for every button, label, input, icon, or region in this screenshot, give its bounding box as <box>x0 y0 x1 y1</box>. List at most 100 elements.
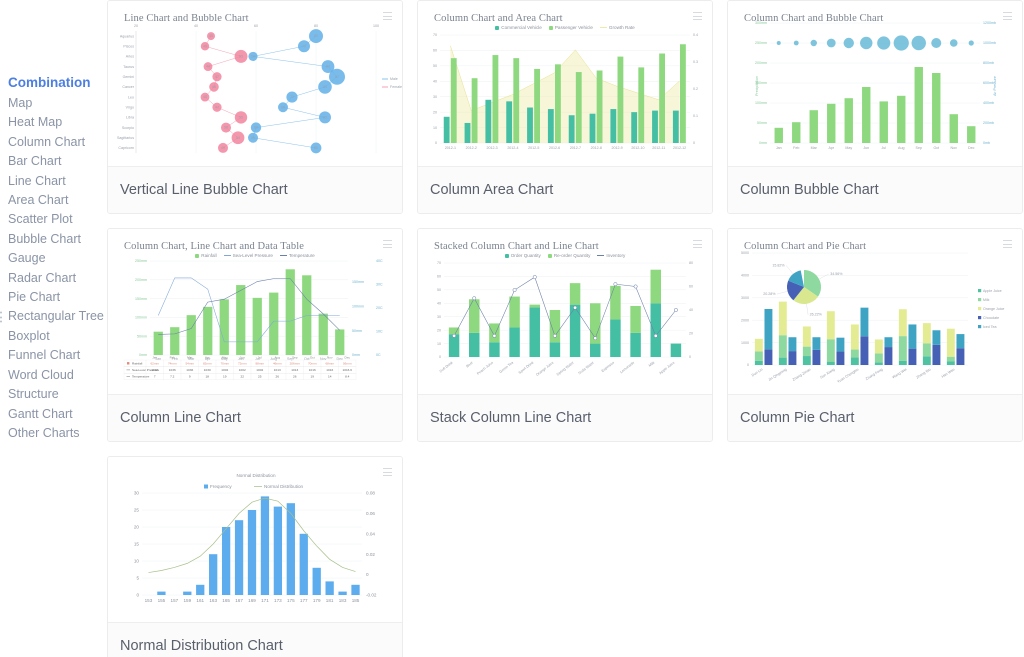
svg-text:2012-3: 2012-3 <box>486 146 497 150</box>
svg-text:82mm: 82mm <box>203 361 212 365</box>
svg-text:200mb: 200mb <box>983 121 994 125</box>
svg-text:Green Tea: Green Tea <box>499 361 515 374</box>
svg-text:70mm: 70mm <box>220 361 229 365</box>
chart-title: Stacked Column Chart and Line Chart <box>434 241 599 252</box>
chart-card-vertical-line-bubble[interactable]: Line Chart and Bubble Chart 20 40 60 80 100 A… <box>107 0 403 214</box>
svg-text:1016.6: 1016.6 <box>343 368 353 372</box>
sidebar-item-bar-chart[interactable]: Bar Chart <box>0 152 98 171</box>
svg-text:68mm: 68mm <box>325 361 334 365</box>
svg-text:-0.02: -0.02 <box>366 593 377 598</box>
sidebar-item-word-cloud[interactable]: Word Cloud <box>0 366 98 385</box>
hamburger-icon[interactable] <box>1003 240 1012 248</box>
svg-text:Taurus: Taurus <box>123 65 134 69</box>
svg-text:0.1: 0.1 <box>693 114 698 118</box>
chart-card-column-area[interactable]: Column Chart and Area Chart Commercial V… <box>417 0 713 214</box>
svg-text:Rainfall: Rainfall <box>132 361 143 365</box>
svg-text:Jan: Jan <box>776 146 782 150</box>
svg-text:0.2: 0.2 <box>693 87 698 91</box>
svg-text:14: 14 <box>328 375 332 379</box>
svg-text:May: May <box>222 355 228 359</box>
chart-title: Line Chart and Bubble Chart <box>124 13 249 24</box>
legend-label: Inventory <box>606 253 626 258</box>
sidebar-item-area-chart[interactable]: Area Chart <box>0 191 98 210</box>
svg-text:50: 50 <box>437 288 441 292</box>
chart-card-normal-distribution[interactable]: Normal Distribution 0 5 10 15 20 25 30 -0.02 0 0.0… <box>107 456 403 657</box>
normal-distribution-svg: Normal Distribution 0 5 10 15 20 25 30 -0.02 0 0.0… <box>134 473 377 603</box>
legend-item[interactable]: Re-order Quantity <box>547 253 590 258</box>
svg-text:400mb: 400mb <box>983 101 994 105</box>
legend-item[interactable]: Order Quantity <box>504 253 541 258</box>
hamburger-icon[interactable] <box>693 12 702 20</box>
svg-text:0mm: 0mm <box>759 141 767 145</box>
svg-text:83: 83 <box>323 116 327 120</box>
sidebar-item-funnel-chart[interactable]: Funnel Chart <box>0 346 98 365</box>
chart-card-column-pie[interactable]: Column Chart and Pie Chart 0 1000 2000 3000… <box>727 228 1023 442</box>
svg-text:8.4: 8.4 <box>345 375 350 379</box>
hamburger-icon[interactable] <box>383 468 392 476</box>
svg-text:54mm: 54mm <box>185 361 194 365</box>
sidebar-item-label: Line Chart <box>8 173 66 188</box>
hamburger-icon[interactable] <box>1003 12 1012 20</box>
svg-text:183: 183 <box>339 598 347 603</box>
legend-item[interactable]: Passenger Vehicle <box>548 25 593 30</box>
svg-text:Orange Juice: Orange Juice <box>535 361 554 377</box>
svg-text:72mm: 72mm <box>238 361 247 365</box>
svg-text:40: 40 <box>433 79 437 83</box>
svg-text:165: 165 <box>222 598 230 603</box>
card-footer: Vertical Line Bubble Chart <box>108 166 402 213</box>
svg-text:80: 80 <box>689 261 693 265</box>
chart-gallery: Line Chart and Bubble Chart 20 40 60 80 100 A… <box>98 0 1024 657</box>
sidebar-item-boxplot[interactable]: Boxplot <box>0 327 98 346</box>
sidebar-item-radar-chart[interactable]: Radar Chart <box>0 269 98 288</box>
chart-legend[interactable]: Rainfall Sea-Level Pressure Temperature <box>108 253 402 258</box>
svg-text:10: 10 <box>437 342 441 346</box>
legend-item[interactable]: Sea-Level Pressure <box>223 253 273 258</box>
hamburger-icon[interactable] <box>693 240 702 248</box>
legend-item[interactable]: Commercial Vehicle <box>495 25 542 30</box>
sidebar-item-label: Radar Chart <box>8 270 77 285</box>
chart-card-column-bubble[interactable]: Column Chart and Bubble Chart 0mm 50mm 100… <box>727 0 1023 214</box>
sidebar-item-gantt-chart[interactable]: Gantt Chart <box>0 405 98 424</box>
svg-text:20: 20 <box>134 525 140 530</box>
sidebar-item-line-chart[interactable]: Line Chart <box>0 172 98 191</box>
svg-text:175: 175 <box>287 598 295 603</box>
legend-item[interactable]: Inventory <box>597 253 625 258</box>
svg-text:Female: Female <box>390 85 402 89</box>
sidebar-item-pie-chart[interactable]: Pie Chart <box>0 288 98 307</box>
sidebar-item-map[interactable]: Map <box>0 94 98 113</box>
svg-text:250mm: 250mm <box>135 259 147 263</box>
svg-text:30: 30 <box>433 95 437 99</box>
sidebar-item-combination[interactable]: Combination <box>0 72 98 94</box>
svg-text:200mm: 200mm <box>755 61 767 65</box>
svg-text:0.06: 0.06 <box>366 511 375 516</box>
sidebar-item-heat-map[interactable]: Heat Map <box>0 113 98 132</box>
legend-item[interactable]: Rainfall <box>195 253 217 258</box>
svg-text:87: 87 <box>335 75 339 79</box>
sidebar-item-structure[interactable]: Structure <box>0 385 98 404</box>
chart-card-column-line[interactable]: Column Chart, Line Chart and Data Table … <box>107 228 403 442</box>
svg-text:30C: 30C <box>376 283 383 287</box>
sidebar-item-gauge[interactable]: Gauge <box>0 249 98 268</box>
hamburger-icon[interactable] <box>383 240 392 248</box>
sidebar-item-scatter-plot[interactable]: Scatter Plot <box>0 210 98 229</box>
card-footer: Column Pie Chart <box>728 394 1022 441</box>
svg-text:0: 0 <box>366 572 369 577</box>
svg-text:Cancer: Cancer <box>122 85 134 89</box>
sidebar-item-bubble-chart[interactable]: Bubble Chart <box>0 230 98 249</box>
chart-card-stack-column-line[interactable]: Stacked Column Chart and Line Chart Orde… <box>417 228 713 442</box>
sidebar-item-other-charts[interactable]: Other Charts <box>0 424 98 443</box>
sidebar-item-column-chart[interactable]: Column Chart <box>0 133 98 152</box>
chart-legend[interactable]: Commercial Vehicle Passenger Vehicle Growt… <box>418 25 712 30</box>
svg-text:Sep: Sep <box>292 355 298 359</box>
sidebar-item-label: Gauge <box>8 251 46 266</box>
legend-item[interactable]: Temperature <box>279 253 315 258</box>
legend-item[interactable]: Growth Rate <box>599 25 635 30</box>
hamburger-icon[interactable] <box>383 12 392 20</box>
sidebar-item-rectangular-tree[interactable]: Rectangular Tree <box>0 307 104 326</box>
chart-legend[interactable]: Order Quantity Re-order Quantity Inventory <box>418 253 712 258</box>
svg-text:Zhang Wu: Zhang Wu <box>915 367 931 379</box>
svg-text:2012-4: 2012-4 <box>507 146 518 150</box>
drag-handle-icon[interactable] <box>0 311 4 323</box>
svg-text:2012-9: 2012-9 <box>611 146 622 150</box>
svg-text:Iced Tea: Iced Tea <box>983 325 997 329</box>
